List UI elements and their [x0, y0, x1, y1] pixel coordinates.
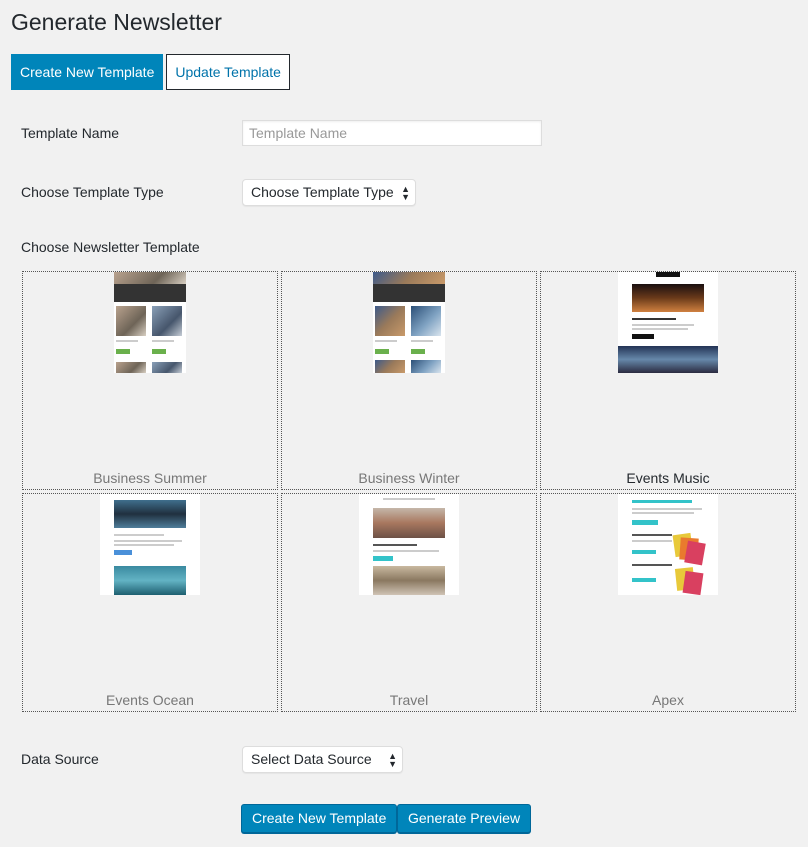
- template-name: Events Music: [626, 470, 710, 486]
- template-type-select[interactable]: Choose Template Type ▲ ▼: [242, 179, 416, 206]
- template-grid: Business Summer Business Winter Events M…: [22, 271, 796, 712]
- select-arrows-icon: ▲ ▼: [401, 183, 410, 202]
- select-arrows-icon: ▲ ▼: [388, 750, 397, 769]
- business-winter-thumbnail: [373, 272, 445, 373]
- template-type-label: Choose Template Type: [21, 184, 164, 200]
- tab-create-new-template[interactable]: Create New Template: [11, 54, 164, 90]
- travel-thumbnail: [359, 494, 459, 595]
- template-name: Business Summer: [93, 470, 207, 486]
- template-card-events-music[interactable]: Events Music: [540, 271, 796, 490]
- data-source-select-value: Select Data Source: [251, 751, 372, 767]
- events-ocean-thumbnail: [100, 494, 200, 595]
- template-name: Apex: [652, 692, 684, 708]
- template-name-label: Template Name: [21, 125, 120, 141]
- template-card-business-winter[interactable]: Business Winter: [281, 271, 537, 490]
- generate-preview-button[interactable]: Generate Preview: [397, 804, 532, 833]
- events-music-thumbnail: [618, 272, 718, 373]
- tab-bar: Create New Template Update Template: [11, 54, 293, 90]
- create-new-template-button[interactable]: Create New Template: [241, 804, 398, 833]
- data-source-label: Data Source: [21, 751, 99, 767]
- tab-update-template[interactable]: Update Template: [166, 54, 290, 90]
- template-card-apex[interactable]: Apex: [540, 493, 796, 712]
- page-title: Generate Newsletter: [11, 9, 222, 35]
- template-type-select-value: Choose Template Type: [251, 184, 394, 200]
- data-source-select[interactable]: Select Data Source ▲ ▼: [242, 746, 403, 773]
- template-name: Events Ocean: [106, 692, 194, 708]
- template-card-travel[interactable]: Travel: [281, 493, 537, 712]
- template-card-business-summer[interactable]: Business Summer: [22, 271, 278, 490]
- template-card-events-ocean[interactable]: Events Ocean: [22, 493, 278, 712]
- business-summer-thumbnail: [114, 272, 186, 373]
- newsletter-template-label: Choose Newsletter Template: [21, 239, 200, 255]
- template-name-input[interactable]: [242, 120, 542, 146]
- apex-thumbnail: [618, 494, 718, 595]
- template-name: Business Winter: [358, 470, 460, 486]
- template-name: Travel: [389, 692, 429, 708]
